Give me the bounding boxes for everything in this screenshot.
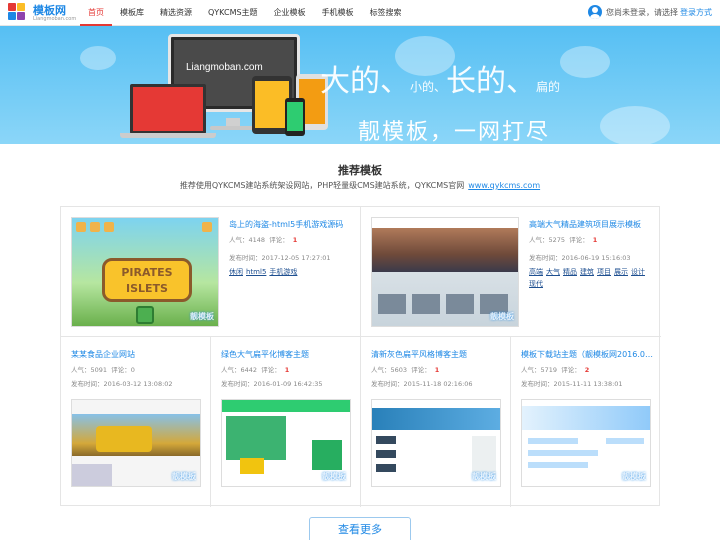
user-avatar-icon[interactable] (588, 5, 602, 19)
login-prompt: 您尚未登录，请选择 (606, 7, 678, 17)
laptop-illustration (130, 84, 206, 134)
template-title[interactable]: 清新灰色扁平风格博客主题 (371, 349, 505, 360)
cloud-icon (600, 106, 670, 144)
template-card[interactable]: 清新灰色扁平风格博客主题 人气：5603 评论： 1 发布时间：2015-11-1… (361, 337, 511, 507)
tag-list: 休闲 html5 手机游戏 (229, 266, 357, 278)
template-grid: PIRATES ISLETS 靓模板 岛上的海盗-html5手机游戏源码 人气：4… (60, 206, 661, 507)
template-thumbnail[interactable]: PIRATES ISLETS 靓模板 (71, 217, 219, 327)
tag-link[interactable]: 设计 (631, 268, 645, 276)
section-subtitle: 推荐使用QYKCMS建站系统架设网站，PHP轻量级CMS建站系统，QYKCMS官… (179, 181, 541, 190)
template-thumbnail[interactable]: 靓模板 (521, 399, 651, 487)
tag-list: 高端 大气 精品 建筑 项目 展示 设计现代 (529, 266, 657, 290)
template-card[interactable]: 绿色大气扁平化博客主题 人气：6442 评论： 1 发布时间：2016-01-09… (211, 337, 361, 507)
template-title[interactable]: 岛上的海盗-html5手机游戏源码 (229, 219, 357, 230)
template-thumbnail[interactable]: 靓模板 (221, 399, 351, 487)
nav-qykcms-themes[interactable]: QYKCMS主题 (200, 0, 266, 26)
template-thumbnail[interactable]: 靓模板 (371, 217, 519, 327)
nav-featured[interactable]: 精选资源 (152, 0, 200, 26)
tag-link[interactable]: 高端 (529, 268, 543, 276)
tag-link[interactable]: 精品 (563, 268, 577, 276)
tag-link[interactable]: 大气 (546, 268, 560, 276)
tag-link[interactable]: 项目 (597, 268, 611, 276)
logo-mark-icon (8, 3, 30, 23)
template-title[interactable]: 高端大气精品建筑项目展示模板 (529, 219, 657, 230)
cloud-icon (80, 46, 116, 70)
template-title[interactable]: 某某食品企业网站 (71, 349, 205, 360)
site-logo[interactable]: 模板网 Liangmoban.com (8, 3, 76, 23)
hero-banner[interactable]: Liangmoban.com 大的、小的、长的、扁的 靓模板，一网打尽 (0, 26, 720, 144)
banner-tagline: 靓模板，一网打尽 (358, 120, 551, 144)
logo-subtext: Liangmoban.com (33, 15, 77, 22)
nav-template-library[interactable]: 模板库 (112, 0, 152, 26)
section-title: 推荐模板 (338, 164, 382, 177)
cloud-icon (560, 46, 610, 78)
tag-link[interactable]: html5 (246, 268, 266, 276)
template-card[interactable]: 某某食品企业网站 人气：5091 评论：0 发布时间：2016-03-12 13… (61, 337, 211, 507)
banner-slogan: 大的、小的、长的、扁的 (320, 64, 561, 99)
qykcms-link[interactable]: www.qykcms.com (468, 181, 540, 190)
view-more-button[interactable]: 查看更多 (309, 517, 411, 540)
template-card[interactable]: PIRATES ISLETS 靓模板 岛上的海盗-html5手机游戏源码 人气：4… (61, 207, 361, 337)
template-title[interactable]: 绿色大气扁平化博客主题 (221, 349, 355, 360)
tag-link[interactable]: 展示 (614, 268, 628, 276)
user-area: 您尚未登录，请选择 登录方式 (588, 5, 712, 19)
tag-link[interactable]: 现代 (529, 280, 543, 288)
nav-enterprise[interactable]: 企业模板 (266, 0, 314, 26)
main-nav: 首页 模板库 精选资源 QYKCMS主题 企业模板 手机模板 标签搜索 (80, 0, 410, 26)
phone-illustration (285, 98, 305, 136)
nav-home[interactable]: 首页 (80, 0, 112, 26)
top-header: 模板网 Liangmoban.com 首页 模板库 精选资源 QYKCMS主题 … (0, 0, 720, 26)
monitor-text: Liangmoban.com (186, 62, 263, 73)
nav-tag-search[interactable]: 标签搜索 (362, 0, 410, 26)
template-title[interactable]: 模板下载站主题（靓模板网2016.0… (521, 349, 655, 360)
tag-link[interactable]: 手机游戏 (269, 268, 297, 276)
template-card[interactable]: 靓模板 高端大气精品建筑项目展示模板 人气：5275 评论： 1 发布时间：201… (361, 207, 661, 337)
login-link[interactable]: 登录方式 (680, 7, 712, 18)
tag-link[interactable]: 建筑 (580, 268, 594, 276)
tag-link[interactable]: 休闲 (229, 268, 243, 276)
template-thumbnail[interactable]: 靓模板 (71, 399, 201, 487)
nav-mobile[interactable]: 手机模板 (314, 0, 362, 26)
logo-text: 模板网 (33, 3, 66, 17)
template-card[interactable]: 模板下载站主题（靓模板网2016.0… 人气：5719 评论： 2 发布时间：20… (511, 337, 661, 507)
template-thumbnail[interactable]: 靓模板 (371, 399, 501, 487)
